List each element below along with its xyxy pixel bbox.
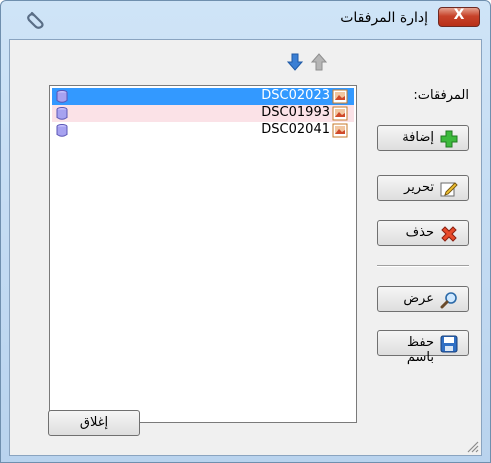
list-item[interactable]: DSC02023 <box>52 88 354 105</box>
arrow-down-icon[interactable] <box>287 53 303 71</box>
image-file-icon <box>332 123 348 138</box>
database-icon <box>56 107 68 120</box>
view-button[interactable]: عرض <box>377 286 469 312</box>
database-icon <box>56 90 68 103</box>
view-button-label: عرض <box>403 291 434 306</box>
delete-button[interactable]: حذف <box>377 220 469 246</box>
save-icon <box>440 335 458 353</box>
close-icon: X <box>453 7 465 23</box>
list-item[interactable]: DSC01993 <box>52 105 354 122</box>
arrow-up-icon[interactable] <box>311 53 327 71</box>
list-item[interactable]: DSC02041 <box>52 122 354 139</box>
image-file-icon <box>332 106 348 121</box>
add-button[interactable]: إضافة <box>377 125 469 151</box>
close-button[interactable]: إغلاق <box>48 410 140 436</box>
window-title: إدارة المرفقات <box>340 10 428 26</box>
delete-icon <box>441 226 457 242</box>
resize-grip-icon[interactable] <box>465 439 479 453</box>
database-icon <box>56 124 68 137</box>
file-name: DSC02041 <box>261 122 330 137</box>
separator <box>377 265 469 267</box>
attachments-list[interactable]: DSC02023 DSC01993 DSC02041 <box>49 85 357 423</box>
title-bar[interactable]: إدارة المرفقات X <box>1 1 490 37</box>
edit-icon <box>440 182 458 197</box>
plus-icon <box>440 130 458 148</box>
file-name: DSC01993 <box>261 105 330 120</box>
dialog-body: DSC02023 DSC01993 DSC02041 المرفقات: إضا… <box>9 39 482 456</box>
close-window-button[interactable]: X <box>438 7 480 27</box>
magnifier-icon <box>440 292 457 309</box>
save-as-button[interactable]: حفظ باسم <box>377 330 469 365</box>
edit-button-label: تحرير <box>404 180 434 195</box>
delete-button-label: حذف <box>405 225 434 240</box>
attachments-window: إدارة المرفقات X DSC02023 DSC01993 DSC02… <box>0 0 491 463</box>
add-button-label: إضافة <box>402 130 434 145</box>
edit-button[interactable]: تحرير <box>377 175 469 201</box>
paperclip-icon <box>27 11 44 29</box>
attachments-label: المرفقات: <box>413 88 469 103</box>
save-as-button-label: حفظ باسم <box>406 335 434 365</box>
image-file-icon <box>332 89 348 104</box>
file-name: DSC02023 <box>261 88 330 103</box>
